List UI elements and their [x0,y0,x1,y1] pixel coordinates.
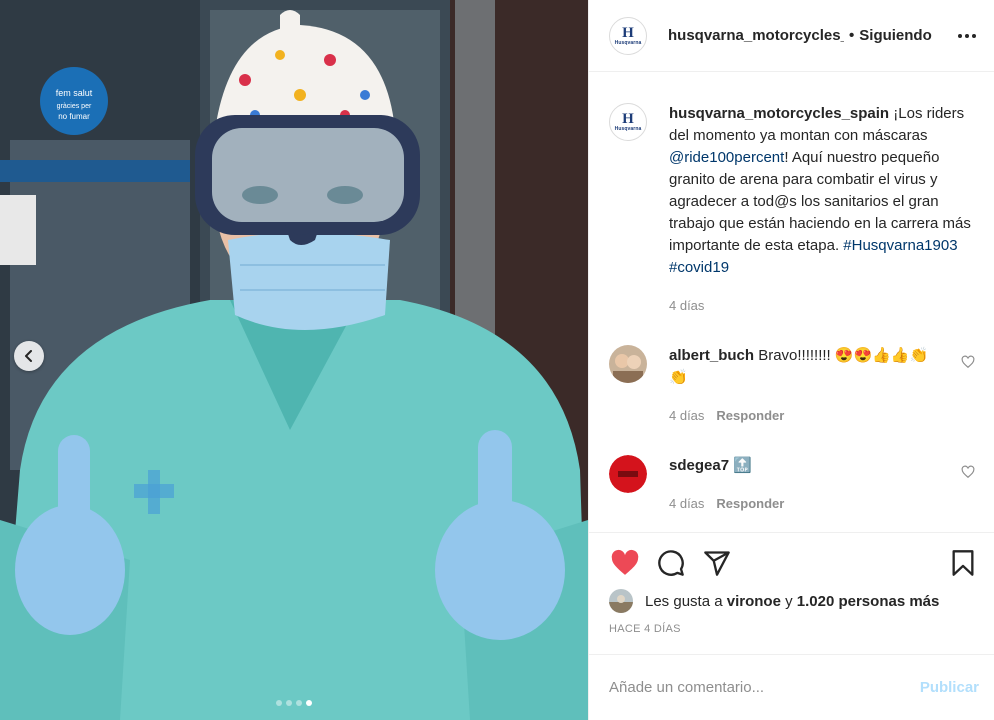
likes-prefix: Les gusta a [645,592,723,610]
heart-filled-icon [611,549,639,575]
add-comment-bar: Publicar [589,654,994,720]
caption-hashtag-1[interactable]: #Husqvarna1903 [843,237,957,254]
carousel-dot [286,700,292,706]
header-username[interactable]: husqvarna_motorcycles_spain [668,27,844,44]
comment-username[interactable]: albert_buch [669,347,754,364]
sign-text-1: fem salut [56,88,93,98]
commenter-avatar[interactable] [609,345,647,383]
post-photo[interactable]: fem salut gràcies per no fumar [0,0,588,720]
comment-like-icon[interactable] [961,465,975,479]
carousel-dot [276,700,282,706]
caption-mention[interactable]: @ride100percent [669,149,784,166]
comment-text: 🔝 [733,457,752,474]
follow-status-button[interactable]: Siguiendo [859,27,932,44]
post-actions: Les gusta a vironoe y 1.020 personas más… [589,532,994,635]
likes-count-link[interactable]: 1.020 personas más [797,593,940,610]
sign-text-3: no fumar [58,112,90,121]
save-button[interactable] [947,547,979,579]
comments-list[interactable]: H Husqvarna husqvarna_motorcycles_spain … [589,73,994,531]
header-text: husqvarna_motorcycles_spain • Siguiendo [668,27,932,44]
post-header: H Husqvarna husqvarna_motorcycles_spain … [589,0,994,72]
post-panel: H Husqvarna husqvarna_motorcycles_spain … [588,0,994,720]
husqvarna-logo-icon: H [622,111,634,127]
commenter-avatar[interactable] [609,455,647,493]
comment-like-icon[interactable] [961,355,975,369]
likes-connector: y [785,592,793,610]
husqvarna-logo-icon: H [622,24,634,41]
action-bar [609,547,979,579]
sign-text-2: gràcies per [57,103,92,110]
publish-button[interactable]: Publicar [920,679,979,696]
comment-time[interactable]: 4 días [669,496,704,511]
caption-username[interactable]: husqvarna_motorcycles_spain [669,105,889,122]
bookmark-icon [952,550,974,576]
post-timestamp[interactable]: HACE 4 DÍAS [609,623,979,635]
share-button[interactable] [701,547,733,579]
previous-photo-button[interactable] [14,341,44,371]
reply-button[interactable]: Responder [716,408,784,423]
more-options-icon[interactable] [955,24,979,48]
caption-body: husqvarna_motorcycles_spain ¡Los riders … [669,103,979,317]
chevron-left-icon [25,350,32,362]
post-caption: H Husqvarna husqvarna_motorcycles_spain … [609,103,979,317]
caption-hashtag-2[interactable]: #covid19 [669,259,729,276]
logo-wordmark: Husqvarna [614,126,642,132]
comment-item: albert_buch Bravo!!!!!!!! 😍😍👍👍👏👏 4 días R… [609,345,979,427]
comment-bubble-icon [658,550,684,576]
comment-input[interactable] [609,679,920,696]
comment-body: sdegea7 🔝 4 días Responder [669,455,939,515]
caption-time[interactable]: 4 días [669,295,979,317]
caption-avatar[interactable]: H Husqvarna [609,103,647,141]
carousel-dot-active [306,700,312,706]
carousel-indicator [0,700,588,706]
likes-summary: Les gusta a vironoe y 1.020 personas más [609,589,979,613]
header-separator: • [849,27,855,44]
comment-username[interactable]: sdegea7 [669,457,729,474]
comment-meta: 4 días Responder [669,493,939,515]
no-smoking-sign [40,67,108,135]
comment-meta: 4 días Responder [669,405,939,427]
account-avatar[interactable]: H Husqvarna [609,16,647,55]
comment-time[interactable]: 4 días [669,408,704,423]
like-button[interactable] [609,547,641,579]
comment-item: sdegea7 🔝 4 días Responder [609,455,979,515]
liker-avatar[interactable] [609,589,633,613]
logo-wordmark: Husqvarna [614,39,642,46]
carousel-dot [296,700,302,706]
reply-button[interactable]: Responder [716,496,784,511]
comment-button[interactable] [655,547,687,579]
photo-scene: fem salut gràcies per no fumar [0,0,588,720]
liker-username[interactable]: vironoe [727,593,781,610]
comment-body: albert_buch Bravo!!!!!!!! 😍😍👍👍👏👏 4 días R… [669,345,939,427]
paper-plane-icon [704,551,730,576]
